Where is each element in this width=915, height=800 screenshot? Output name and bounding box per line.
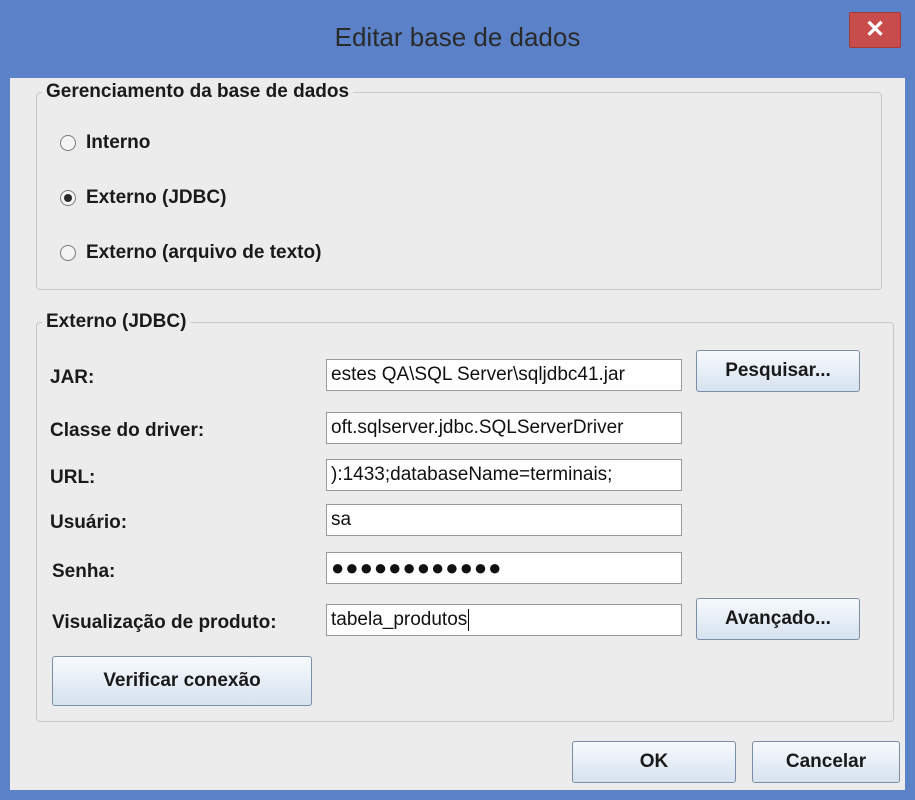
user-label: Usuário: [50, 512, 128, 533]
ok-button[interactable]: OK [572, 741, 736, 783]
driver-label: Classe do driver: [50, 420, 205, 441]
close-icon: ✕ [864, 16, 886, 43]
close-button[interactable]: ✕ [849, 12, 901, 48]
radio-label-interno: Interno [86, 132, 151, 153]
radio-label-externo-jdbc: Externo (JDBC) [86, 187, 227, 208]
db-management-legend: Gerenciamento da base de dados [42, 81, 354, 103]
jar-label: JAR: [50, 367, 95, 388]
product-view-value: tabela_produtos [331, 609, 468, 630]
driver-value: oft.sqlserver.jdbc.SQLServerDriver [331, 417, 624, 438]
user-field[interactable]: sa [326, 504, 682, 536]
cancel-button[interactable]: Cancelar [752, 741, 900, 783]
advanced-button[interactable]: Avançado... [696, 598, 860, 640]
verify-connection-button[interactable]: Verificar conexão [52, 656, 312, 706]
title-bar[interactable]: Editar base de dados ✕ [0, 0, 915, 78]
radio-button-externo-texto[interactable] [60, 245, 76, 261]
product-view-field[interactable]: tabela_produtos [326, 604, 682, 636]
radio-button-interno[interactable] [60, 135, 76, 151]
password-value: ●●●●●●●●●●●● [331, 555, 503, 580]
product-view-label: Visualização de produto: [52, 612, 277, 633]
url-field[interactable]: ):1433;databaseName=terminais; [326, 459, 682, 491]
dialog-title: Editar base de dados [334, 22, 581, 52]
radio-externo-jdbc[interactable]: Externo (JDBC) [60, 187, 226, 209]
browse-button[interactable]: Pesquisar... [696, 350, 860, 392]
dialog-window: Editar base de dados ✕ Gerenciamento da … [0, 0, 915, 800]
jar-value: estes QA\SQL Server\sqljdbc41.jar [331, 364, 625, 385]
radio-label-externo-texto: Externo (arquivo de texto) [86, 242, 322, 263]
text-caret [468, 608, 470, 631]
url-label: URL: [50, 467, 96, 488]
dialog-content: Gerenciamento da base de dados Interno E… [10, 78, 905, 790]
radio-interno[interactable]: Interno [60, 132, 150, 154]
url-value: ):1433;databaseName=terminais; [331, 464, 613, 485]
jar-field[interactable]: estes QA\SQL Server\sqljdbc41.jar [326, 359, 682, 391]
password-field[interactable]: ●●●●●●●●●●●● [326, 552, 682, 584]
radio-externo-texto[interactable]: Externo (arquivo de texto) [60, 242, 321, 264]
password-label: Senha: [52, 561, 116, 582]
radio-button-externo-jdbc[interactable] [60, 190, 76, 206]
driver-field[interactable]: oft.sqlserver.jdbc.SQLServerDriver [326, 412, 682, 444]
jdbc-legend: Externo (JDBC) [42, 311, 191, 333]
user-value: sa [331, 509, 352, 530]
